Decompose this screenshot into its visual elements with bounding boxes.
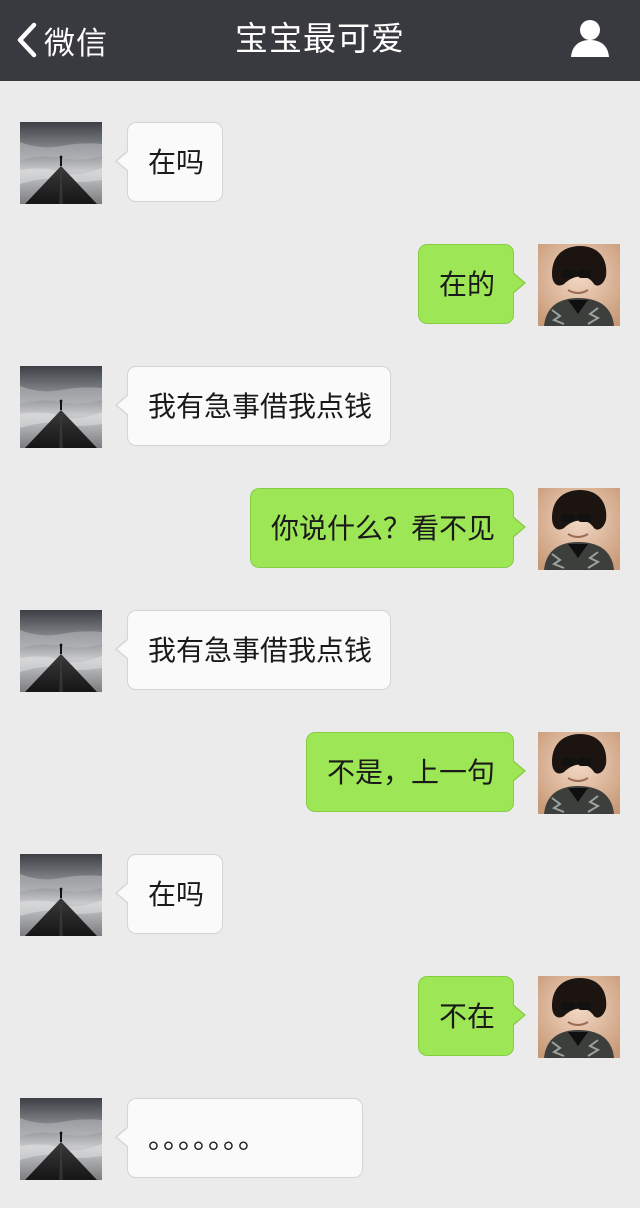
message-bubble[interactable]: 在的 bbox=[418, 244, 526, 324]
outgoing-message: 不是，上一句 bbox=[0, 732, 640, 814]
incoming-message: 我有急事借我点钱 bbox=[0, 610, 640, 692]
message-bubble[interactable]: 你说什么？看不见 bbox=[250, 488, 526, 568]
contact-avatar[interactable] bbox=[20, 610, 102, 692]
outgoing-message: 你说什么？看不见 bbox=[0, 488, 640, 570]
user-avatar[interactable] bbox=[538, 976, 620, 1058]
user-avatar[interactable] bbox=[538, 244, 620, 326]
contact-avatar[interactable] bbox=[20, 1098, 102, 1180]
back-button[interactable]: 微信 bbox=[16, 18, 108, 62]
incoming-message: 。。。。。。。 bbox=[0, 1098, 640, 1180]
incoming-message: 在吗 bbox=[0, 854, 640, 936]
contact-avatar[interactable] bbox=[20, 854, 102, 936]
contact-avatar[interactable] bbox=[20, 122, 102, 204]
chevron-left-icon bbox=[16, 22, 38, 58]
outgoing-message: 不在 bbox=[0, 976, 640, 1058]
message-bubble[interactable]: 我有急事借我点钱 bbox=[115, 366, 391, 446]
message-list[interactable]: 在吗 在的 我有急事借我点钱 你说什么？看不见 我有急事借我点钱 不是，上一句 … bbox=[0, 81, 640, 1208]
back-label: 微信 bbox=[44, 25, 108, 62]
user-avatar[interactable] bbox=[538, 488, 620, 570]
message-bubble[interactable]: 不在 bbox=[418, 976, 526, 1056]
message-bubble[interactable]: 在吗 bbox=[115, 854, 223, 934]
navigation-bar: 微信 宝宝最可爱 bbox=[0, 0, 640, 81]
chat-info-button[interactable] bbox=[570, 18, 610, 58]
incoming-message: 我有急事借我点钱 bbox=[0, 366, 640, 448]
contact-avatar[interactable] bbox=[20, 366, 102, 448]
chat-title: 宝宝最可爱 bbox=[235, 19, 405, 58]
message-bubble[interactable]: 。。。。。。。 bbox=[115, 1098, 363, 1178]
message-bubble[interactable]: 在吗 bbox=[115, 122, 223, 202]
person-icon bbox=[570, 20, 610, 62]
outgoing-message: 在的 bbox=[0, 244, 640, 326]
incoming-message: 在吗 bbox=[0, 122, 640, 204]
message-bubble[interactable]: 我有急事借我点钱 bbox=[115, 610, 391, 690]
user-avatar[interactable] bbox=[538, 732, 620, 814]
message-bubble[interactable]: 不是，上一句 bbox=[306, 732, 526, 812]
